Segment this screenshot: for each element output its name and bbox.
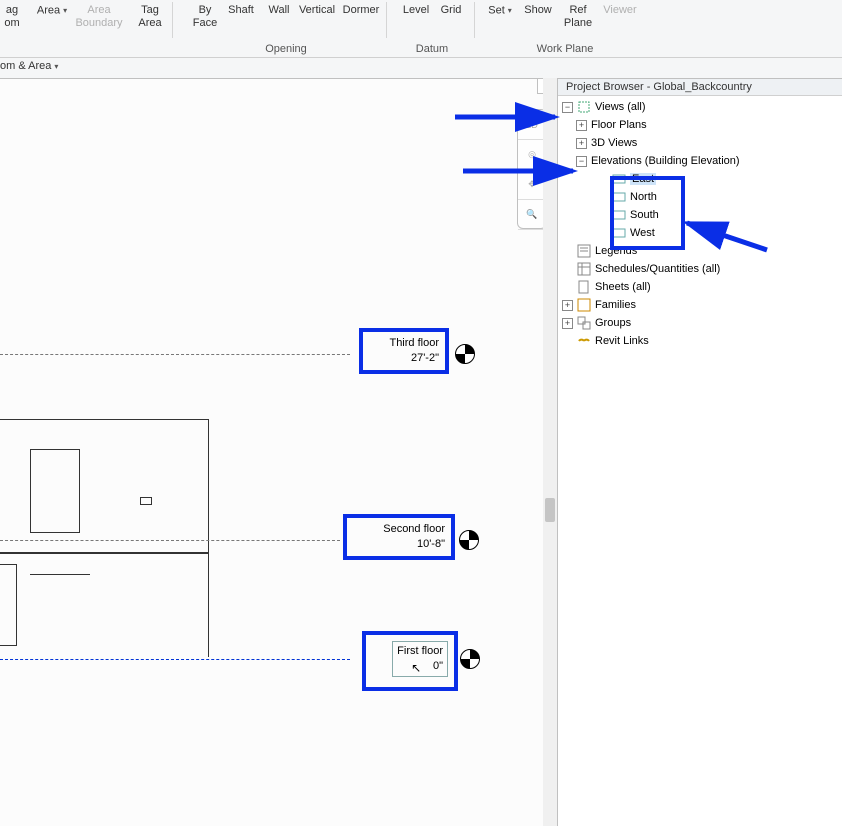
level-tag-third[interactable]: Third floor 27'-2" (359, 328, 449, 374)
level-tag-first[interactable]: First floor ↖ 0" (362, 631, 458, 691)
nav-pan-icon[interactable]: ✥ (518, 170, 546, 200)
level-name: First floor (397, 644, 443, 659)
schedules-icon (577, 262, 591, 276)
tree-label: South (630, 209, 659, 221)
tree-label: East (630, 173, 656, 185)
elevation-view-icon (612, 208, 626, 222)
groups-icon (577, 316, 591, 330)
shaft-button[interactable]: Shaft (224, 4, 258, 17)
ribbon: agom Area▾ AreaBoundary TagArea ByFace S… (0, 0, 842, 58)
families-icon (577, 298, 591, 312)
level-marker-icon[interactable] (460, 649, 480, 669)
tag-area-button[interactable]: TagArea (134, 4, 166, 30)
room-area-dropdown[interactable]: om & Area▾ (0, 60, 58, 72)
level-line-first[interactable] (0, 659, 350, 660)
canvas-vertical-scrollbar[interactable] (543, 78, 557, 826)
level-line-third[interactable] (0, 354, 350, 355)
elevation-view-icon (612, 226, 626, 240)
level-line-second[interactable] (0, 540, 340, 541)
area-button[interactable]: Area▾ (34, 4, 70, 17)
ribbon-group-workplane: Work Plane (480, 43, 650, 55)
nav-mode-2d[interactable]: 2D (518, 110, 546, 140)
expand-icon[interactable]: + (576, 120, 587, 131)
sheets-icon (577, 280, 591, 294)
tree-node-north[interactable]: North (558, 188, 842, 206)
tree-node-elevations[interactable]: − Elevations (Building Elevation) (558, 152, 842, 170)
level-height: 10'-8" (353, 537, 445, 552)
nav-zoom-icon[interactable]: 🔍 (518, 200, 546, 230)
tree-label: Views (all) (595, 101, 646, 113)
tree-label: Sheets (all) (595, 281, 651, 293)
tree-node-sheets[interactable]: Sheets (all) (558, 278, 842, 296)
elevation-view-icon (612, 190, 626, 204)
project-browser-tree[interactable]: − Views (all) + Floor Plans + 3D Views −… (558, 96, 842, 352)
tree-label: Legends (595, 245, 637, 257)
collapse-icon[interactable]: − (562, 102, 573, 113)
expand-icon[interactable]: + (562, 300, 573, 311)
tag-room-button[interactable]: agom (0, 4, 26, 30)
tree-label: Elevations (Building Elevation) (591, 155, 740, 167)
elevation-view-icon (612, 172, 626, 186)
wall-button[interactable]: Wall (264, 4, 294, 17)
tree-label: Revit Links (595, 335, 649, 347)
tree-node-3d-views[interactable]: + 3D Views (558, 134, 842, 152)
tree-label: Groups (595, 317, 631, 329)
tree-label: Floor Plans (591, 119, 647, 131)
sub-toolbar: om & Area▾ (0, 58, 842, 78)
tree-node-revit-links[interactable]: Revit Links (558, 332, 842, 350)
level-tag-second[interactable]: Second floor 10'-8" (343, 514, 455, 560)
tree-label: 3D Views (591, 137, 637, 149)
tree-node-schedules[interactable]: Schedules/Quantities (all) (558, 260, 842, 278)
drawing-canvas[interactable]: ▾ 2D ◎ ✥ 🔍 Third floor 27'-2" Second flo… (0, 78, 557, 826)
expand-icon[interactable]: + (562, 318, 573, 329)
ribbon-group-datum: Datum (392, 43, 472, 55)
cursor-icon: ↖ (411, 661, 421, 676)
level-height: 27'-2" (369, 351, 439, 366)
tree-node-groups[interactable]: + Groups (558, 314, 842, 332)
project-browser-panel: Project Browser - Global_Backcountry − V… (557, 78, 842, 826)
ribbon-group-opening: Opening (188, 43, 384, 55)
link-icon (577, 334, 591, 348)
expand-icon[interactable]: + (576, 138, 587, 149)
tree-node-views[interactable]: − Views (all) (558, 98, 842, 116)
tree-label: West (630, 227, 655, 239)
set-button[interactable]: Set▾ (486, 4, 514, 17)
project-browser-title: Project Browser - Global_Backcountry (558, 79, 842, 96)
legends-icon (577, 244, 591, 258)
level-marker-icon[interactable] (455, 344, 475, 364)
tree-label: Families (595, 299, 636, 311)
scrollbar-thumb[interactable] (545, 498, 555, 522)
tree-label: North (630, 191, 657, 203)
views-icon (577, 100, 591, 114)
level-height: ↖ 0" (397, 659, 443, 674)
by-face-button[interactable]: ByFace (190, 4, 220, 30)
tree-node-floor-plans[interactable]: + Floor Plans (558, 116, 842, 134)
tree-node-east[interactable]: East (558, 170, 842, 188)
tree-node-families[interactable]: + Families (558, 296, 842, 314)
tree-node-west[interactable]: West (558, 224, 842, 242)
nav-steering-wheel-icon[interactable]: ◎ (518, 140, 546, 170)
viewer-button: Viewer (600, 4, 640, 17)
collapse-icon[interactable]: − (576, 156, 587, 167)
dormer-button[interactable]: Dormer (340, 4, 382, 17)
ref-plane-button[interactable]: RefPlane (560, 4, 596, 30)
show-button[interactable]: Show (520, 4, 556, 17)
vertical-button[interactable]: Vertical (296, 4, 338, 17)
level-name: Second floor (353, 522, 445, 537)
level-name: Third floor (369, 336, 439, 351)
level-marker-icon[interactable] (459, 530, 479, 550)
area-boundary-button: AreaBoundary (74, 4, 124, 30)
tree-node-south[interactable]: South (558, 206, 842, 224)
level-button[interactable]: Level (400, 4, 432, 17)
tree-label: Schedules/Quantities (all) (595, 263, 720, 275)
tree-node-legends[interactable]: Legends (558, 242, 842, 260)
grid-button[interactable]: Grid (436, 4, 466, 17)
